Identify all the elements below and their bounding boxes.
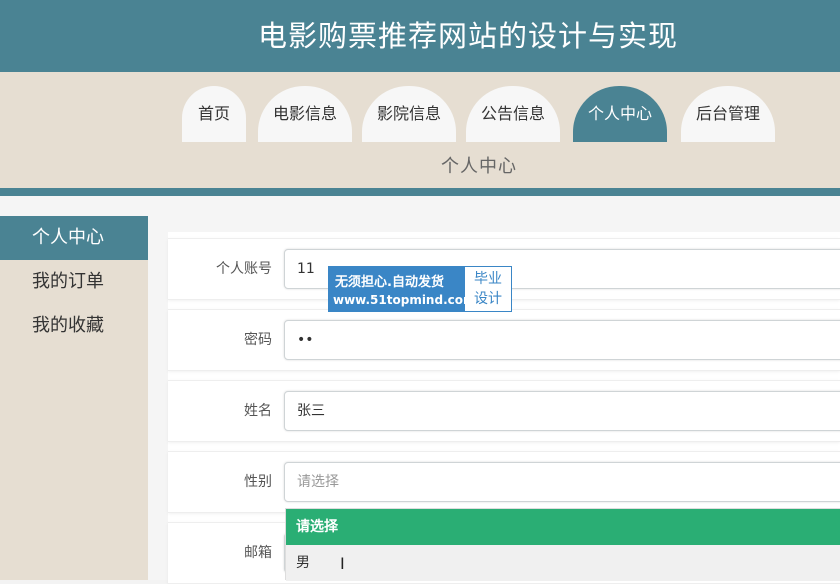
nav-tab-movies[interactable]: 电影信息 (258, 86, 352, 142)
watermark-right: 毕业 设计 (465, 267, 511, 311)
password-input[interactable]: •• (284, 320, 840, 360)
nav-tab-cinemas[interactable]: 影院信息 (362, 86, 456, 142)
name-input[interactable]: 张三 (284, 391, 840, 431)
watermark-right-line2: 设计 (474, 291, 502, 307)
nav-tab-home[interactable]: 首页 (182, 86, 246, 142)
email-label: 邮箱 (244, 545, 272, 561)
sidebar: 个人中心 我的订单 我的收藏 (0, 216, 148, 580)
form-row-name: 姓名 张三 (168, 380, 840, 442)
watermark-badge: 无须担心.自动发货 www.51topmind.com 毕业 设计 (328, 266, 512, 312)
page-heading: 个人中心 (441, 156, 517, 177)
site-title: 电影购票推荐网站的设计与实现 (257, 19, 678, 53)
nav-tab-personal-center[interactable]: 个人中心 (573, 86, 667, 142)
watermark-line2: www.51topmind.com (333, 293, 476, 307)
gender-label: 性别 (244, 474, 272, 490)
divider-bar (0, 188, 840, 196)
nav-band: 首页 电影信息 影院信息 公告信息 个人中心 后台管理 个人中心 (0, 72, 840, 188)
sidebar-item-personal-center[interactable]: 个人中心 (0, 216, 148, 260)
nav-tab-admin[interactable]: 后台管理 (681, 86, 775, 142)
form-row-gender: 性别 请选择 (168, 451, 840, 513)
sidebar-item-my-favorites[interactable]: 我的收藏 (0, 304, 148, 348)
gender-option-placeholder[interactable]: 请选择 (286, 509, 840, 545)
text-cursor-icon: I (340, 554, 345, 573)
password-label: 密码 (244, 332, 272, 348)
watermark-line1: 无须担心.自动发货 (335, 275, 444, 290)
site-header: 电影购票推荐网站的设计与实现 (0, 0, 840, 72)
gender-select[interactable]: 请选择 (284, 462, 840, 502)
gender-option-male[interactable]: 男 (286, 545, 840, 581)
gender-dropdown-menu: 请选择 男 (285, 508, 840, 581)
account-label: 个人账号 (216, 261, 272, 277)
name-label: 姓名 (244, 403, 272, 419)
sidebar-item-my-orders[interactable]: 我的订单 (0, 260, 148, 304)
watermark-right-line1: 毕业 (474, 271, 502, 287)
nav-tab-announcements[interactable]: 公告信息 (466, 86, 560, 142)
form-row-password: 密码 •• (168, 309, 840, 371)
watermark-left: 无须担心.自动发货 www.51topmind.com (329, 267, 476, 311)
